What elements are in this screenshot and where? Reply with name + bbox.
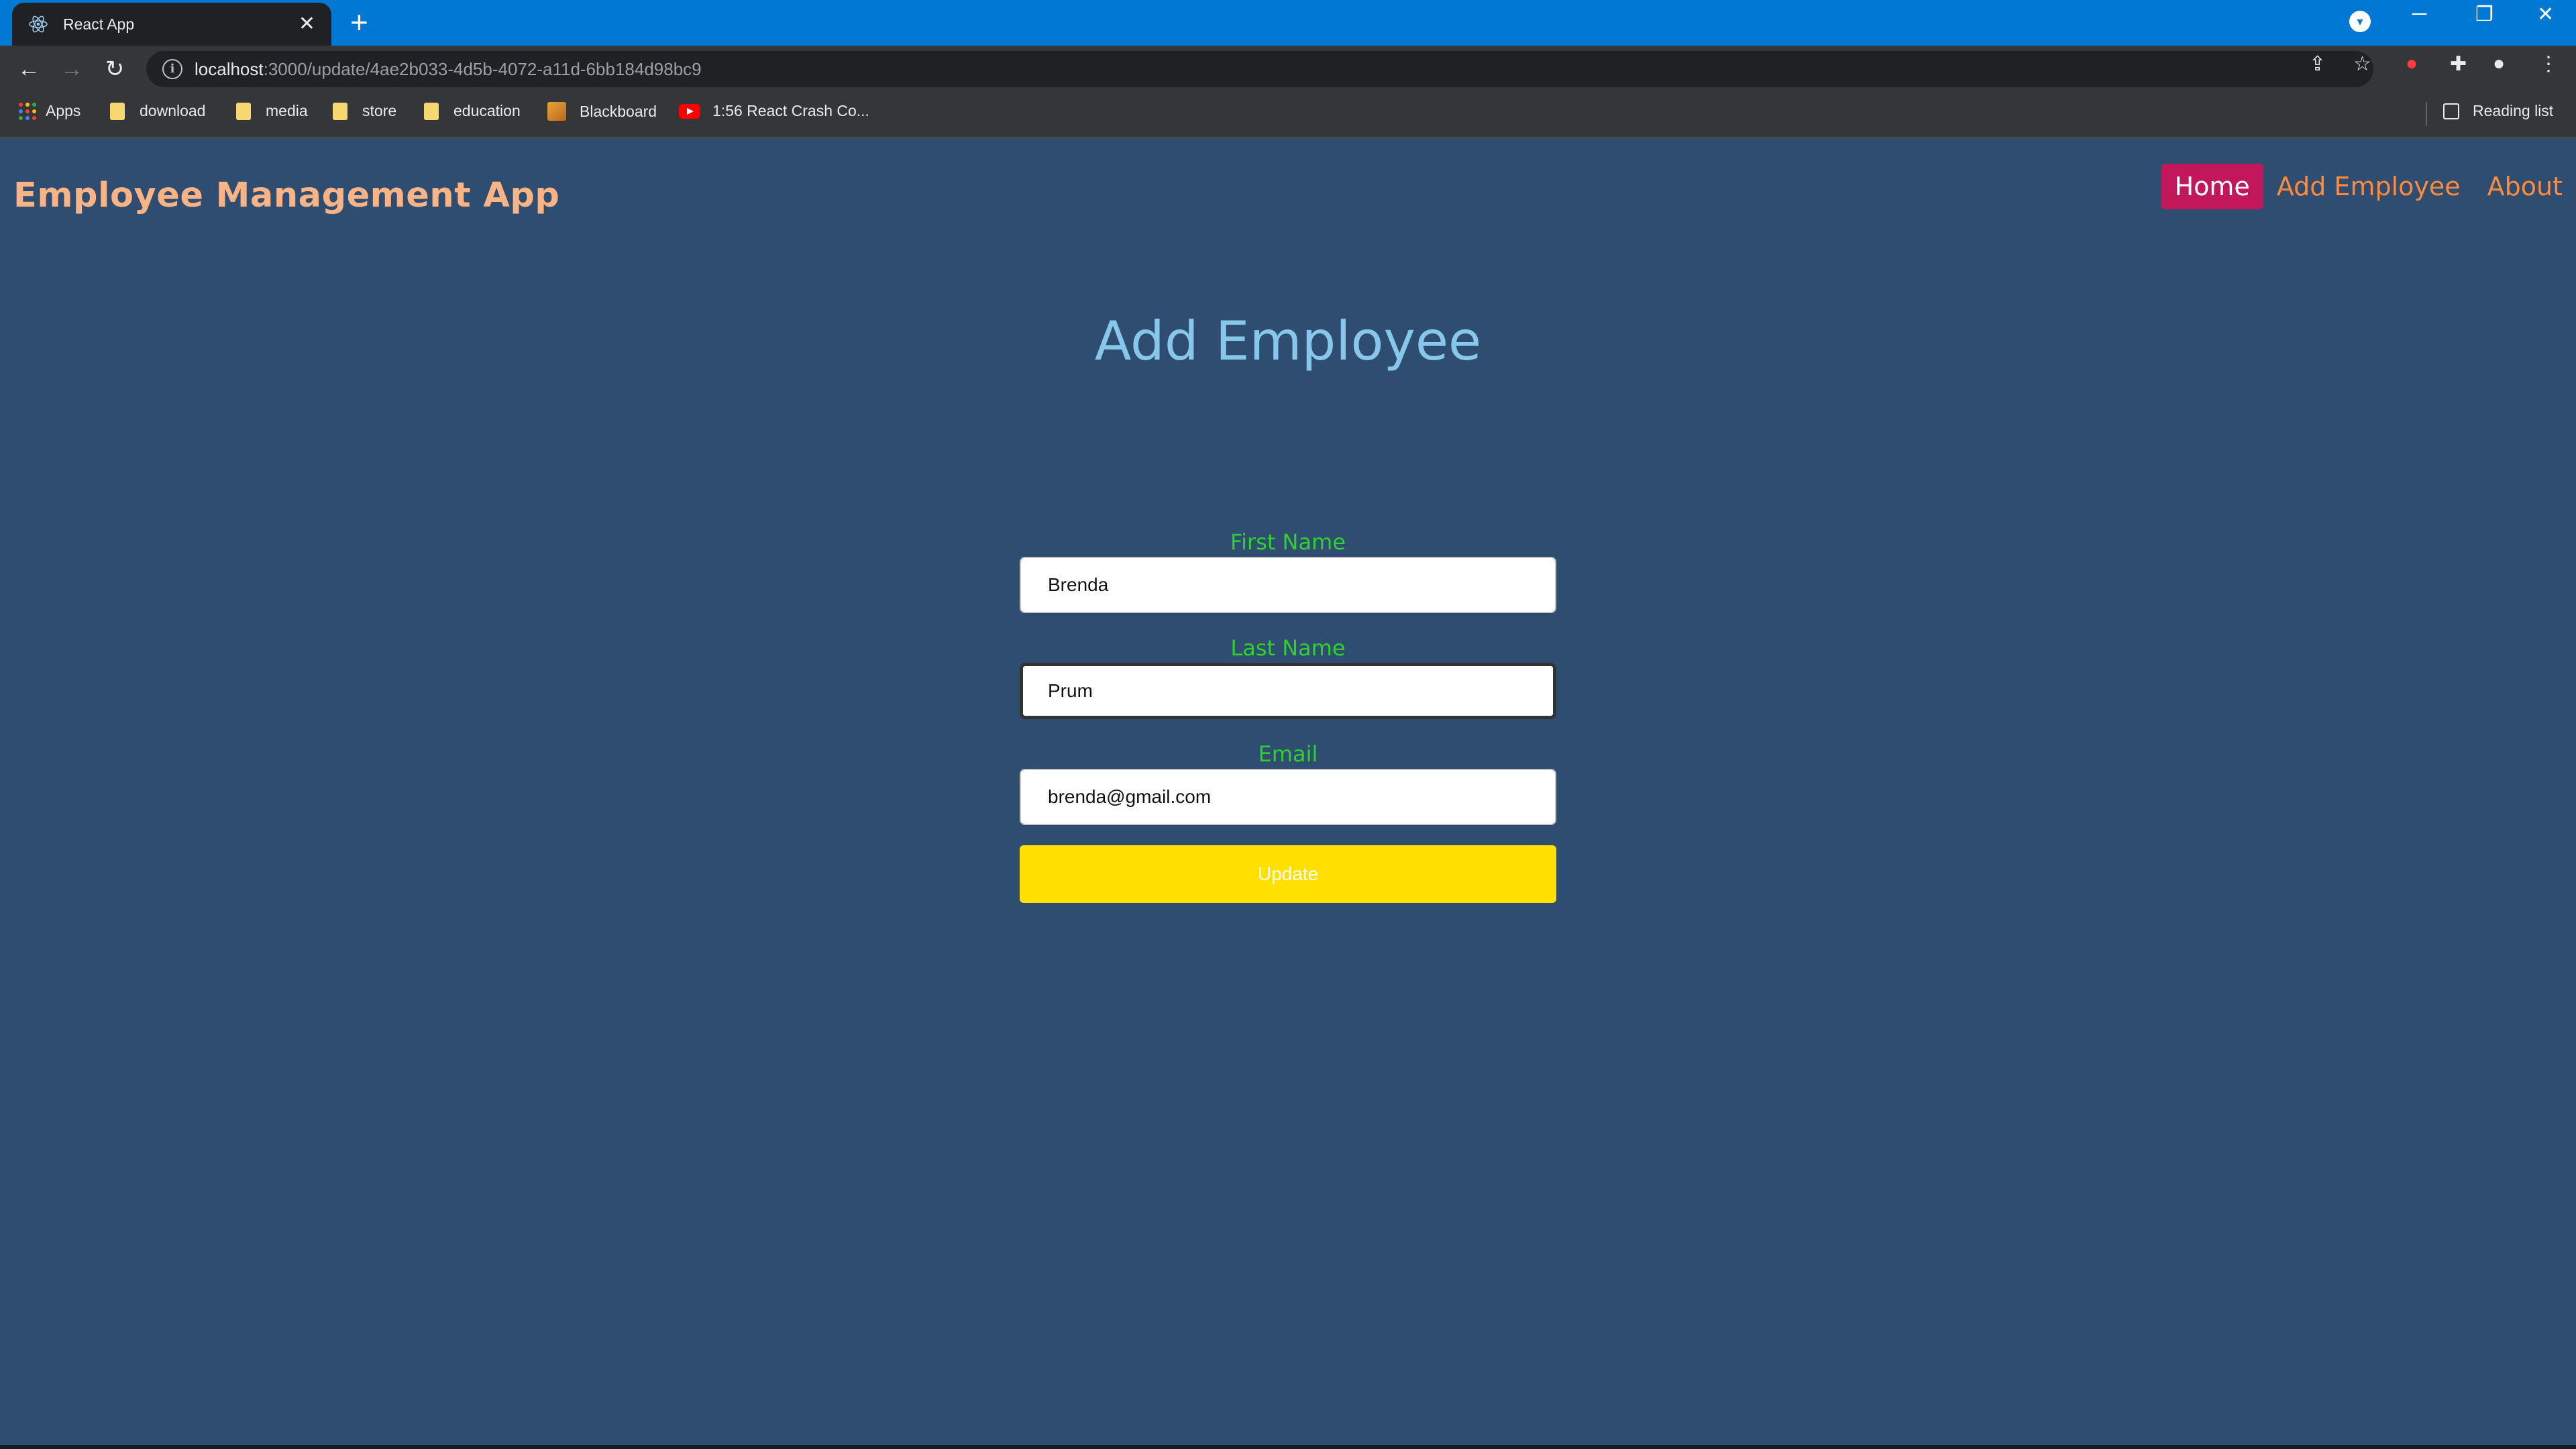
profile-icon[interactable]: ●	[2493, 52, 2505, 75]
new-tab-button[interactable]: +	[350, 7, 368, 38]
forward-icon[interactable]: →	[56, 54, 87, 85]
bookmark-star-icon[interactable]: ☆	[2353, 52, 2371, 76]
first-name-label: First Name	[1230, 529, 1346, 555]
last-name-input[interactable]	[1020, 663, 1556, 719]
bottom-edge	[0, 1445, 2576, 1449]
url-host: localhost	[195, 58, 264, 79]
bookmark-apps[interactable]: Apps	[19, 102, 80, 120]
window-close-icon[interactable]: ✕	[2537, 3, 2554, 26]
address-bar[interactable]: i localhost :3000/update/4ae2b033-4d5b-4…	[146, 51, 2373, 87]
reading-list-label: Reading list	[2473, 102, 2554, 119]
browser-toolbar: ← → ↻ i localhost :3000/update/4ae2b033-…	[0, 46, 2576, 93]
bookmark-blackboard[interactable]: Blackboard	[547, 102, 657, 121]
blackboard-icon	[547, 102, 566, 121]
menu-icon[interactable]: ⋮	[2538, 52, 2559, 76]
tab-close-icon[interactable]: ✕	[299, 14, 315, 34]
extension-icon[interactable]: ●	[2406, 52, 2418, 75]
tab-title: React App	[63, 15, 135, 33]
bookmark-download[interactable]: download	[110, 102, 205, 120]
bookmark-label: store	[362, 102, 397, 119]
bookmark-store[interactable]: store	[333, 102, 396, 120]
bookmark-label: education	[453, 102, 521, 119]
last-name-label: Last Name	[1230, 635, 1346, 661]
browser-tab-bar: React App ✕ + ▾ ─ ❐ ✕	[0, 0, 2576, 46]
url-path: :3000/update/4ae2b033-4d5b-4072-a11d-6bb…	[263, 58, 702, 79]
youtube-icon	[679, 103, 700, 119]
folder-icon	[110, 102, 125, 120]
reading-list-button[interactable]: Reading list	[2443, 102, 2553, 120]
extensions-puzzle-icon[interactable]: ✚	[2450, 52, 2467, 76]
folder-icon	[424, 102, 439, 120]
browser-tab[interactable]: React App ✕	[12, 3, 331, 46]
email-input[interactable]	[1020, 769, 1556, 825]
bookmark-label: Blackboard	[580, 102, 657, 120]
bookmark-label: media	[266, 102, 308, 119]
restore-icon[interactable]: ❐	[2475, 3, 2493, 26]
page-title: Add Employee	[1094, 310, 1482, 372]
email-label: Email	[1258, 741, 1318, 767]
nav-home[interactable]: Home	[2161, 164, 2263, 209]
bookmarks-bar: Apps download media store education Blac…	[0, 93, 2576, 138]
folder-icon	[236, 102, 251, 120]
bookmark-react-crash-course[interactable]: 1:56 React Crash Co...	[679, 102, 869, 120]
bookmark-label: Apps	[46, 102, 81, 119]
reload-icon[interactable]: ↻	[99, 54, 130, 85]
first-name-input[interactable]	[1020, 557, 1556, 613]
bookmark-education[interactable]: education	[424, 102, 521, 120]
update-button[interactable]: Update	[1020, 845, 1556, 903]
app-container: Employee Management App Home Add Employe…	[0, 138, 2576, 1449]
minimize-icon[interactable]: ─	[2412, 3, 2426, 25]
nav-add-employee[interactable]: Add Employee	[2263, 164, 2474, 209]
bookmark-media[interactable]: media	[236, 102, 308, 120]
employee-form: First Name Last Name Email Update	[1020, 527, 1556, 903]
back-icon[interactable]: ←	[13, 54, 44, 85]
apps-grid-icon	[19, 102, 36, 120]
react-icon	[29, 15, 48, 33]
bookmark-label: download	[140, 102, 206, 119]
bookmarks-divider	[2426, 102, 2427, 126]
site-info-icon[interactable]: i	[162, 59, 182, 79]
bookmark-label: 1:56 React Crash Co...	[712, 102, 869, 119]
reading-list-icon	[2443, 103, 2459, 119]
share-icon[interactable]: ⇪	[2309, 52, 2326, 76]
tab-search-icon[interactable]: ▾	[2349, 11, 2371, 32]
nav-about[interactable]: About	[2474, 164, 2576, 209]
app-brand[interactable]: Employee Management App	[13, 176, 559, 215]
main-nav: Home Add Employee About	[2161, 164, 2576, 209]
folder-icon	[333, 102, 347, 120]
